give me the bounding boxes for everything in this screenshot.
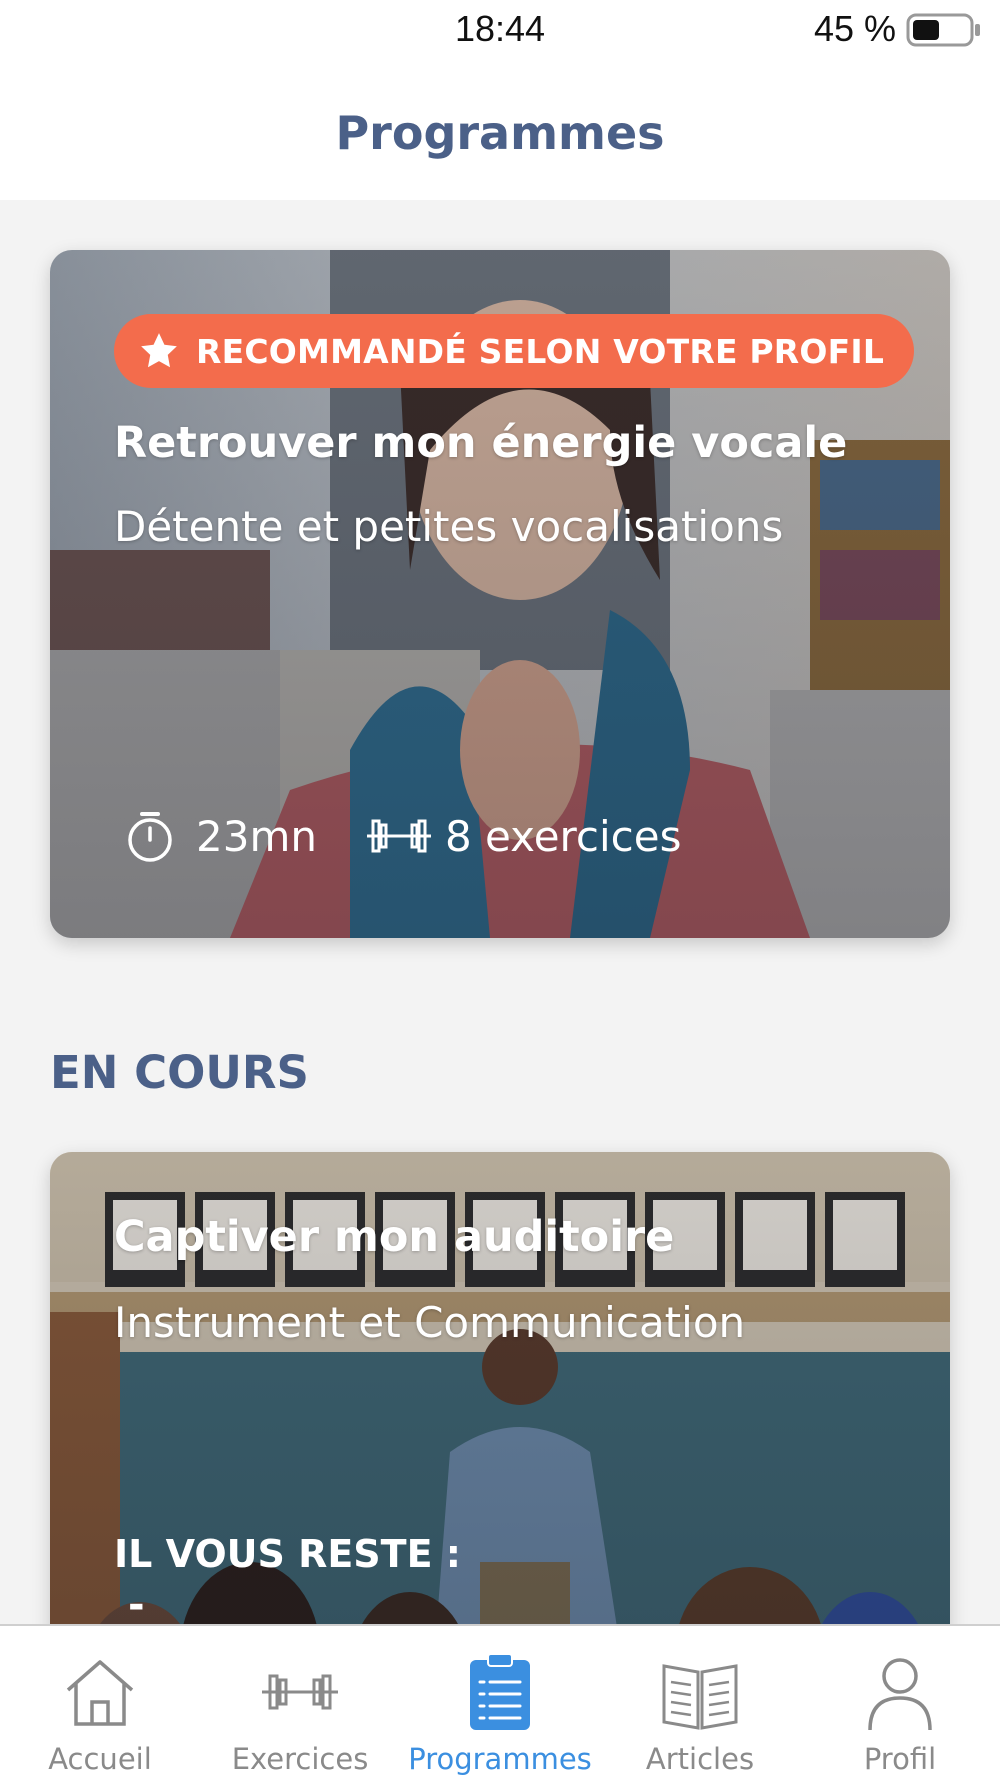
tab-label: Programmes xyxy=(408,1742,592,1776)
in-progress-heading: EN COURS xyxy=(50,1046,309,1099)
remaining-label: IL VOUS RESTE : xyxy=(114,1532,461,1576)
recommended-badge: RECOMMANDÉ SELON VOTRE PROFIL xyxy=(114,314,915,388)
tab-label: Accueil xyxy=(48,1742,152,1776)
tab-accueil[interactable]: Accueil xyxy=(0,1626,200,1778)
tab-label: Articles xyxy=(645,1742,755,1776)
remaining-value: - xyxy=(128,1582,145,1628)
tab-programmes[interactable]: Programmes xyxy=(400,1626,600,1778)
tab-bar: Accueil Exercices Programmes Articles Pr… xyxy=(0,1624,1000,1778)
recommended-title: Retrouver mon énergie vocale xyxy=(114,418,848,468)
recommended-meta: 23mn 8 exercices xyxy=(122,806,681,866)
dumbbell-icon xyxy=(262,1674,338,1710)
star-icon xyxy=(141,333,177,368)
recommended-subtitle: Détente et petites vocalisations xyxy=(114,502,784,551)
home-icon xyxy=(66,1660,134,1726)
battery-icon xyxy=(906,13,980,47)
duration-text: 23mn xyxy=(196,811,317,861)
dumbbell-icon xyxy=(366,819,431,853)
status-bar: 18:44 45 % xyxy=(0,0,1000,62)
tab-label: Exercices xyxy=(231,1742,369,1776)
tab-profil[interactable]: Profil xyxy=(800,1626,1000,1778)
tab-exercices[interactable]: Exercices xyxy=(200,1626,400,1778)
clipboard-list-icon xyxy=(470,1653,530,1730)
recommended-program-card[interactable]: RECOMMANDÉ SELON VOTRE PROFIL Retrouver … xyxy=(50,250,950,938)
person-icon xyxy=(868,1658,932,1731)
battery-percentage: 45 % xyxy=(813,8,896,49)
header: Programmes xyxy=(0,62,1000,200)
tab-articles[interactable]: Articles xyxy=(600,1626,800,1778)
exercises-count: 8 exercices xyxy=(444,811,682,861)
page-title: Programmes xyxy=(335,106,665,160)
stopwatch-icon xyxy=(128,812,172,862)
tab-label: Profil xyxy=(863,1742,937,1776)
badge-label: RECOMMANDÉ SELON VOTRE PROFIL xyxy=(196,331,885,371)
book-icon xyxy=(662,1664,738,1730)
in-progress-subtitle: Instrument et Communication xyxy=(114,1298,746,1347)
in-progress-title: Captiver mon auditoire xyxy=(114,1212,675,1262)
